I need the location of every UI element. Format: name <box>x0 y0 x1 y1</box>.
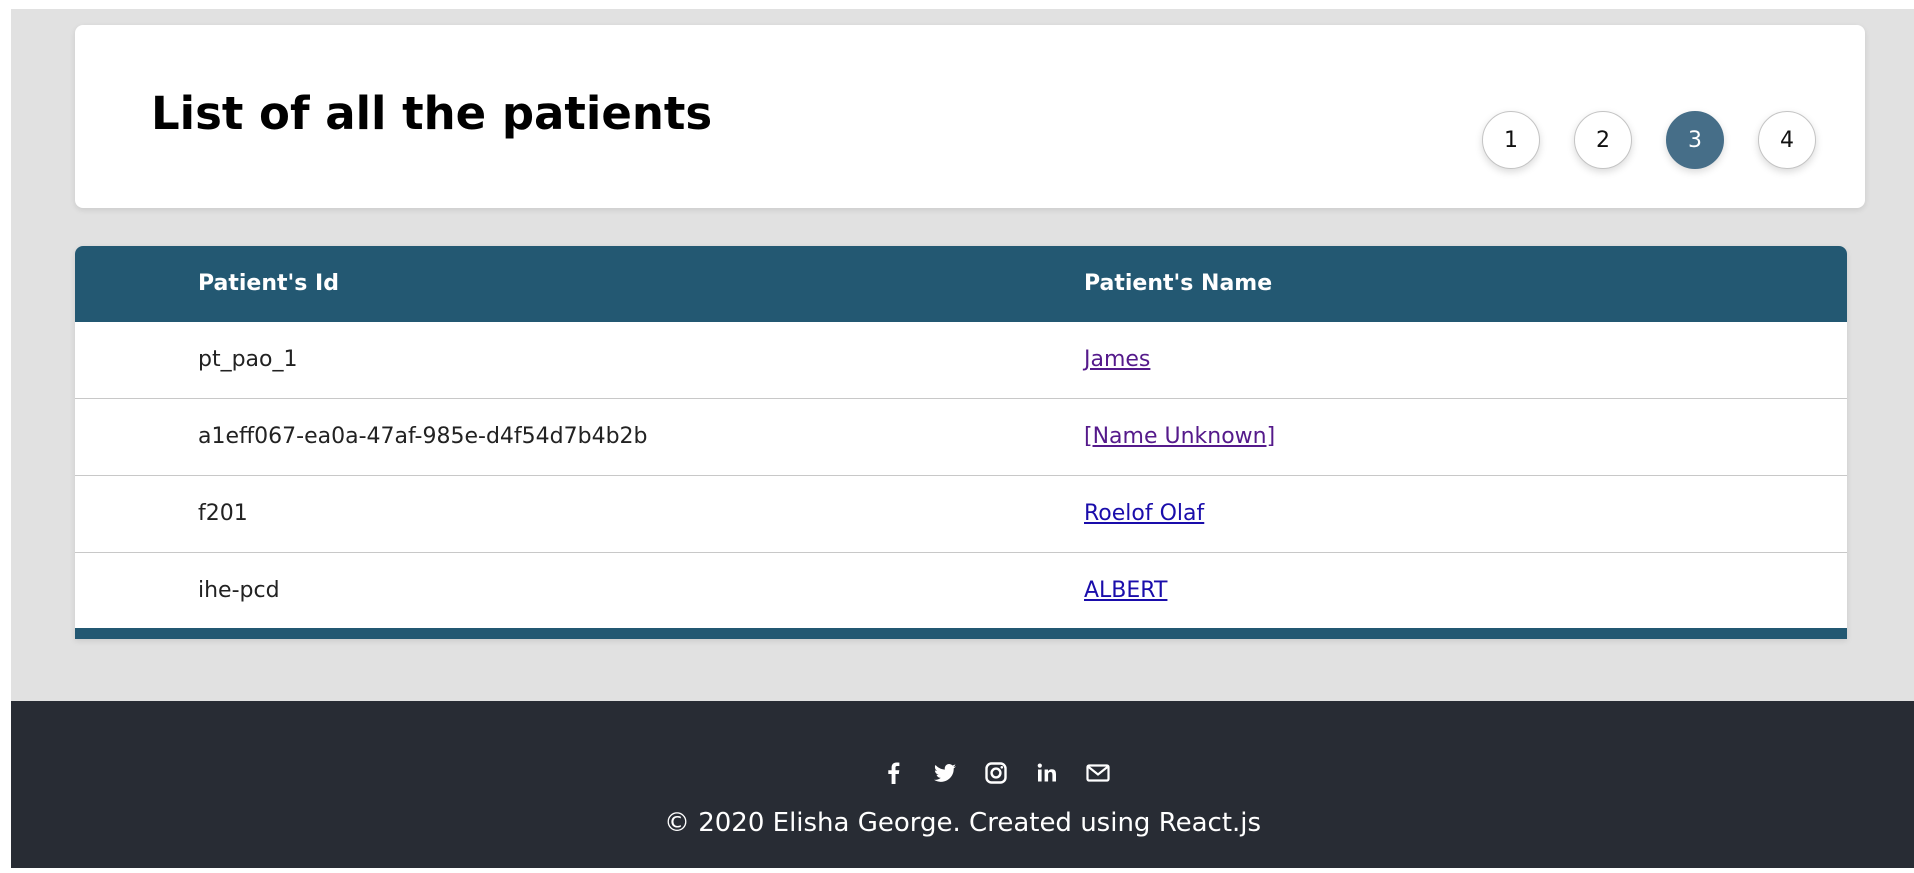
linkedin-icon[interactable] <box>1032 758 1062 788</box>
table-row: ihe-pcd ALBERT <box>75 553 1847 630</box>
patients-table: Patient's Id Patient's Name pt_pao_1 Jam… <box>75 246 1847 639</box>
footer: © 2020 Elisha George. Created using Reac… <box>11 701 1914 868</box>
patient-id-cell: f201 <box>198 501 248 526</box>
instagram-icon[interactable] <box>981 758 1011 788</box>
patient-id-cell: ihe-pcd <box>198 578 280 603</box>
page-button-3[interactable]: 3 <box>1666 111 1724 169</box>
copyright-text: © 2020 Elisha George. Created using Reac… <box>663 808 1262 838</box>
table-row: f201 Roelof Olaf <box>75 476 1847 553</box>
social-links <box>11 758 1914 788</box>
page-button-1[interactable]: 1 <box>1482 111 1540 169</box>
patient-name-link[interactable]: ALBERT <box>1084 578 1167 603</box>
table-row: a1eff067-ea0a-47af-985e-d4f54d7b4b2b [Na… <box>75 399 1847 476</box>
patient-name-link[interactable]: [Name Unknown] <box>1084 424 1275 449</box>
page-button-4[interactable]: 4 <box>1758 111 1816 169</box>
patient-id-cell: pt_pao_1 <box>198 347 298 372</box>
patient-name-cell: James <box>1084 322 1150 398</box>
patient-name-cell: [Name Unknown] <box>1084 399 1275 475</box>
page-button-2[interactable]: 2 <box>1574 111 1632 169</box>
patient-id-cell: a1eff067-ea0a-47af-985e-d4f54d7b4b2b <box>198 424 648 449</box>
patient-name-cell: ALBERT <box>1084 553 1167 629</box>
column-header-name: Patient's Name <box>1084 271 1273 296</box>
table-row: pt_pao_1 James <box>75 322 1847 399</box>
patient-name-cell: Roelof Olaf <box>1084 476 1204 552</box>
twitter-icon[interactable] <box>930 758 960 788</box>
mail-icon[interactable] <box>1083 758 1113 788</box>
patient-name-link[interactable]: James <box>1084 347 1150 372</box>
table-header: Patient's Id Patient's Name <box>75 246 1847 322</box>
table-bottom-bar <box>75 628 1847 639</box>
page-title: List of all the patients <box>151 87 713 140</box>
facebook-icon[interactable] <box>879 758 909 788</box>
column-header-id: Patient's Id <box>198 271 339 296</box>
patient-name-link[interactable]: Roelof Olaf <box>1084 501 1204 526</box>
